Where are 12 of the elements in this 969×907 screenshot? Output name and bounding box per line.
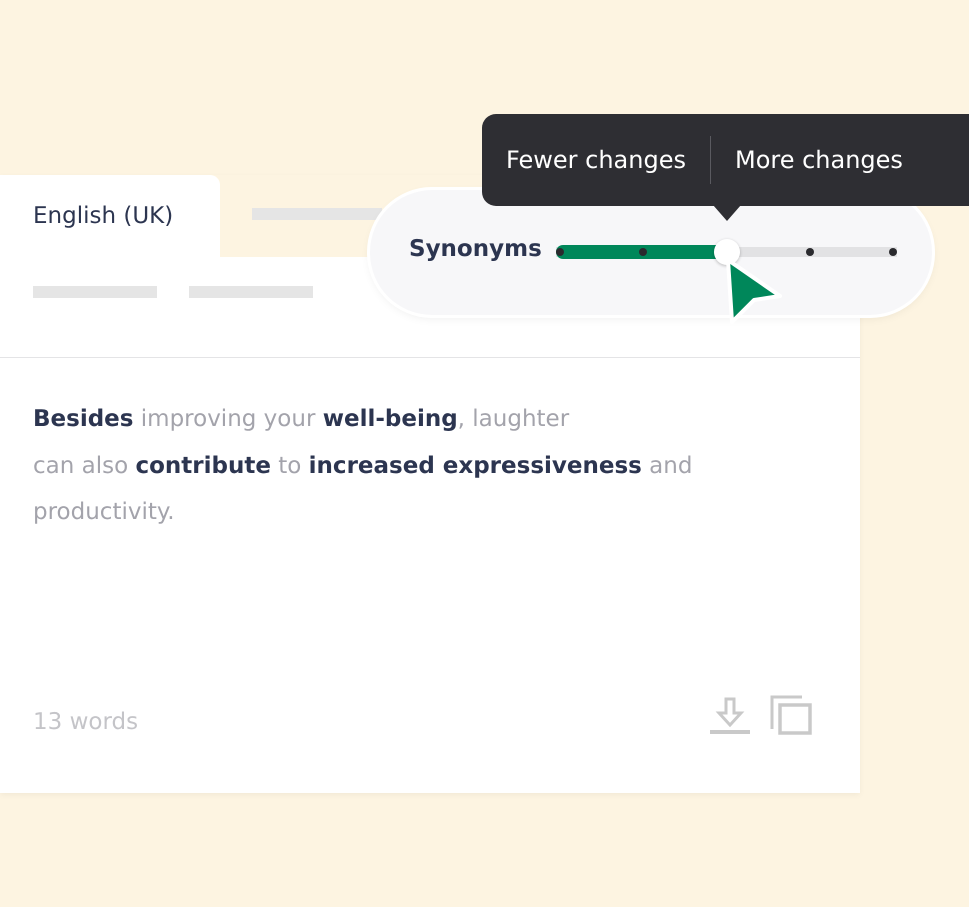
word-count: 13 words — [33, 709, 138, 735]
text-line: can also contribute to increased expressiveness and — [33, 452, 694, 480]
slider-thumb[interactable] — [714, 239, 740, 265]
text-line: productivity. — [33, 498, 176, 527]
step-dot — [889, 248, 897, 256]
text-line: Besides improving your well-being, laughter — [33, 405, 570, 434]
language-tab[interactable]: English (UK) — [0, 175, 220, 257]
step-dot — [556, 248, 564, 256]
tooltip-label: More changes — [734, 146, 904, 174]
slider-label: Synonyms — [409, 236, 542, 262]
tooltip-label: Fewer changes — [505, 146, 687, 174]
step-dot — [806, 248, 814, 256]
